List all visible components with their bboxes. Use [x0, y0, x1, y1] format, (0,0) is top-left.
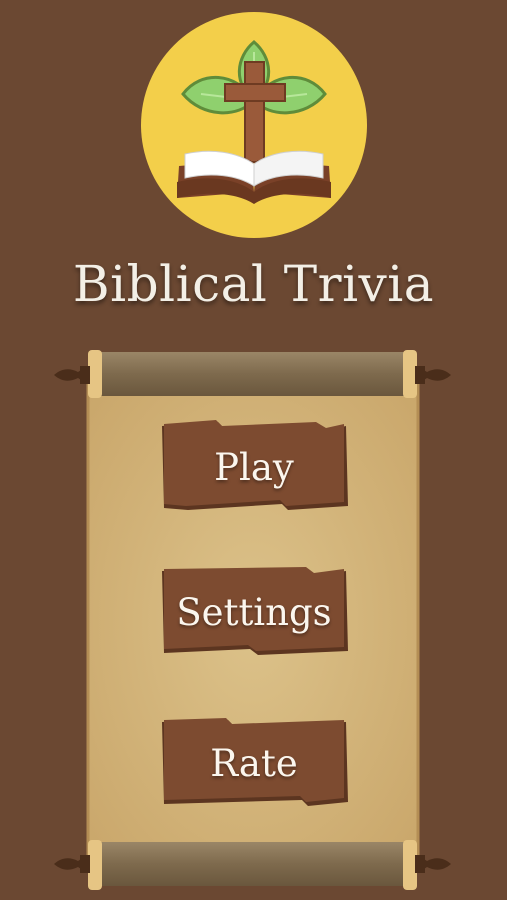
play-button[interactable]: Play [158, 420, 350, 514]
scroll-menu-panel: Play Settings Rate [50, 348, 455, 893]
rate-button[interactable]: Rate [158, 716, 350, 810]
settings-button[interactable]: Settings [158, 565, 350, 659]
app-logo [141, 12, 367, 238]
app-title: Biblical Trivia [72, 255, 435, 313]
cross-bible-leaves-icon [141, 12, 367, 238]
rate-button-label: Rate [210, 741, 298, 785]
settings-button-label: Settings [176, 590, 332, 634]
play-button-label: Play [214, 445, 294, 489]
